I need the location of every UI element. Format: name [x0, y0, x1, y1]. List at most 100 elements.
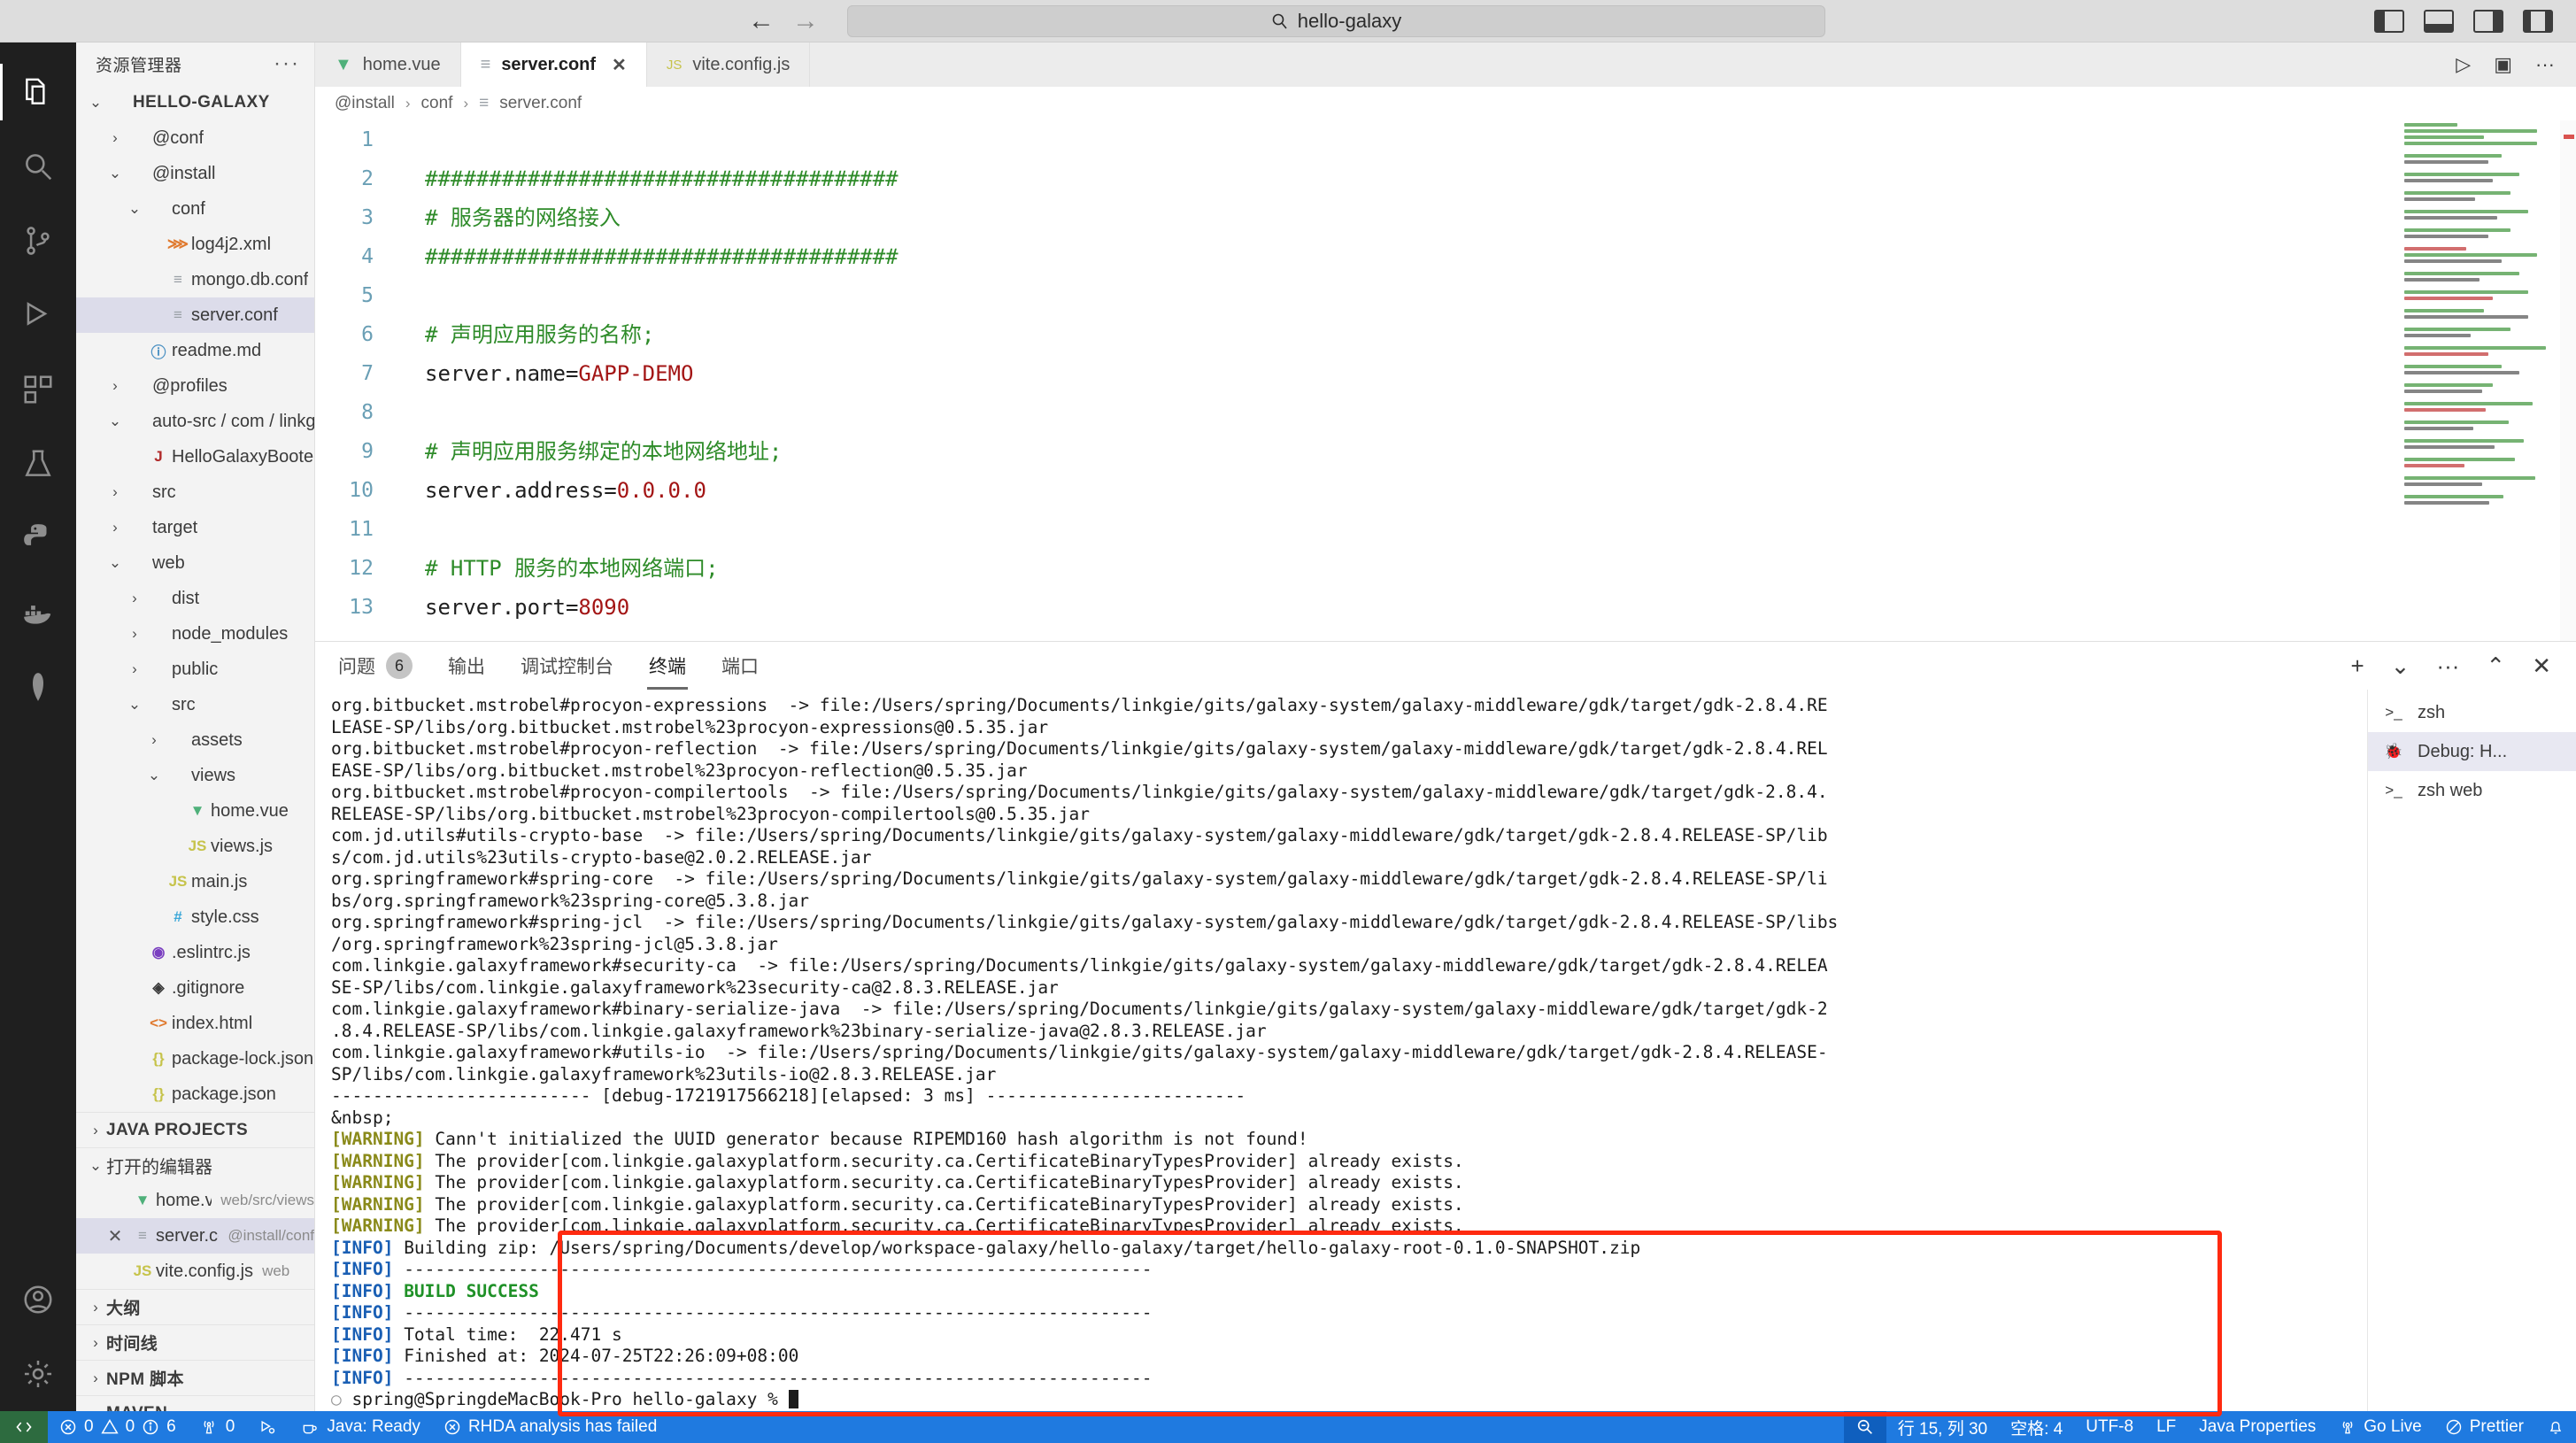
tree-item-node-modules[interactable]: › node_modules: [76, 616, 314, 652]
panel-tab-2[interactable]: 调试控制台: [519, 647, 615, 684]
chevron-right-icon[interactable]: ›: [143, 731, 165, 749]
breadcrumb-item[interactable]: conf: [421, 94, 453, 113]
code-line[interactable]: 6 # 声明应用服务的名称;: [315, 315, 2576, 354]
tree-item-src[interactable]: › src: [76, 475, 314, 510]
tree-item-hellogalaxybooter-java[interactable]: J HelloGalaxyBooter.java: [76, 439, 314, 475]
remote-indicator[interactable]: [0, 1411, 48, 1443]
tree-item-profiles[interactable]: › @profiles: [76, 368, 314, 404]
panel-tab-0[interactable]: 问题 6: [336, 647, 414, 684]
chevron-down-icon[interactable]: ⌄: [85, 1157, 106, 1175]
open-editor-home-vue[interactable]: ▼ home.vue web/src/views: [76, 1183, 314, 1218]
chevron-right-icon[interactable]: ›: [104, 483, 126, 501]
terminal-output[interactable]: org.bitbucket.mstrobel#procyon-expressio…: [315, 690, 2367, 1411]
tree-item-web[interactable]: ⌄ web: [76, 545, 314, 581]
terminal-list-item-1[interactable]: 🐞 Debug: H...: [2368, 732, 2576, 771]
terminal-list-item-0[interactable]: >_ zsh: [2368, 693, 2576, 732]
tree-item-conf[interactable]: › @conf: [76, 120, 314, 156]
tree-item-assets[interactable]: › assets: [76, 722, 314, 758]
code-line[interactable]: 2 #####################################: [315, 159, 2576, 198]
status-rhda[interactable]: RHDA analysis has failed: [432, 1411, 668, 1443]
close-icon[interactable]: ✕: [612, 54, 627, 76]
terminal-tabs-list[interactable]: >_ zsh 🐞 Debug: H... >_ zsh web: [2367, 690, 2576, 1411]
tree-item-log4j2-xml[interactable]: ⋙ log4j2.xml: [76, 227, 314, 262]
tree-item-home-vue[interactable]: ▼ home.vue: [76, 793, 314, 829]
arrow-left-icon[interactable]: ←: [748, 7, 775, 35]
maximize-panel-icon[interactable]: ⌃: [2486, 652, 2505, 680]
section-1[interactable]: › 时间线: [76, 1324, 314, 1360]
tree-item-views-js[interactable]: JS views.js: [76, 829, 314, 864]
tab-vite-config-js[interactable]: JS vite.config.js: [647, 42, 811, 87]
tree-item-target[interactable]: › target: [76, 510, 314, 545]
activity-extensions[interactable]: [0, 352, 76, 427]
tree-item-src[interactable]: ⌄ src: [76, 687, 314, 722]
panel-more-icon[interactable]: ···: [2436, 652, 2459, 680]
code-line[interactable]: 5: [315, 276, 2576, 315]
close-panel-icon[interactable]: ✕: [2532, 652, 2551, 680]
activity-source-control[interactable]: [0, 204, 76, 278]
chevron-right-icon[interactable]: ›: [104, 519, 126, 536]
code-content[interactable]: 1 2 ##################################### 3…: [315, 120, 2576, 627]
breadcrumb[interactable]: @install › conf › ≡ server.conf: [315, 87, 2576, 120]
activity-explorer[interactable]: [0, 55, 76, 129]
breadcrumb-item[interactable]: server.conf: [499, 94, 582, 113]
status-notifications[interactable]: [2535, 1411, 2576, 1443]
tree-item-mongo-db-conf[interactable]: ≡ mongo.db.conf: [76, 262, 314, 297]
open-editor-server-conf[interactable]: ✕ ≡ server.conf @install/conf: [76, 1218, 314, 1254]
activity-run-debug[interactable]: [0, 278, 76, 352]
tree-item-style-css[interactable]: # style.css: [76, 899, 314, 935]
status-indentation[interactable]: 空格: 4: [1999, 1411, 2074, 1443]
tree-item-hello-galaxy[interactable]: ⌄ HELLO-GALAXY: [76, 85, 314, 120]
activity-python[interactable]: [0, 501, 76, 575]
status-debug[interactable]: [246, 1411, 289, 1443]
split-editor-icon[interactable]: ▣: [2494, 53, 2512, 76]
chevron-right-icon[interactable]: ›: [124, 660, 145, 678]
tree-item-readme-md[interactable]: ⓘ readme.md: [76, 333, 314, 368]
tree-item-package-lock-json[interactable]: {} package-lock.json: [76, 1041, 314, 1076]
tab-home-vue[interactable]: ▼ home.vue: [315, 42, 461, 87]
chevron-right-icon[interactable]: ›: [85, 1334, 106, 1352]
run-icon[interactable]: ▷: [2456, 53, 2471, 76]
tree-item-eslintrc-js[interactable]: ◉ .eslintrc.js: [76, 935, 314, 970]
status-radio-tower[interactable]: 0: [188, 1411, 247, 1443]
terminal-dropdown-icon[interactable]: ⌄: [2391, 652, 2410, 680]
tree-item-dist[interactable]: › dist: [76, 581, 314, 616]
editor-toolbar[interactable]: ▷ ▣ ···: [2434, 42, 2576, 87]
code-line[interactable]: 11: [315, 510, 2576, 549]
status-zoom[interactable]: [1843, 1411, 1886, 1443]
chevron-right-icon[interactable]: ›: [85, 1299, 106, 1316]
code-line[interactable]: 4 #####################################: [315, 237, 2576, 276]
new-terminal-icon[interactable]: +: [2350, 652, 2364, 680]
chevron-down-icon[interactable]: ⌄: [85, 94, 106, 112]
section-java-projects[interactable]: › JAVA PROJECTS: [76, 1112, 314, 1147]
chevron-right-icon[interactable]: ›: [85, 1405, 106, 1412]
chevron-down-icon[interactable]: ⌄: [104, 413, 126, 430]
tree-item-public[interactable]: › public: [76, 652, 314, 687]
breadcrumb-item[interactable]: @install: [335, 94, 395, 113]
code-line[interactable]: 8: [315, 393, 2576, 432]
chevron-down-icon[interactable]: ⌄: [104, 165, 126, 182]
editor-surface[interactable]: 1 2 ##################################### 3…: [315, 120, 2576, 641]
command-center-search[interactable]: hello-galaxy: [847, 4, 1825, 37]
activity-database[interactable]: [0, 650, 76, 724]
tab-server-conf[interactable]: ≡ server.conf ✕: [460, 42, 647, 87]
activity-account[interactable]: [0, 1262, 76, 1337]
chevron-right-icon[interactable]: ›: [104, 129, 126, 147]
close-icon[interactable]: ✕: [101, 1225, 129, 1247]
file-tree[interactable]: ⌄ HELLO-GALAXY › @conf ⌄ @install ⌄ conf ⋙ log4j2…: [76, 85, 314, 1411]
terminal-list-item-2[interactable]: >_ zsh web: [2368, 771, 2576, 810]
status-prettier[interactable]: Prettier: [2433, 1411, 2535, 1443]
chevron-right-icon[interactable]: ›: [85, 1122, 106, 1139]
chevron-down-icon[interactable]: ⌄: [104, 554, 126, 572]
customize-layout-icon[interactable]: [2523, 9, 2553, 33]
section-0[interactable]: › 大纲: [76, 1289, 314, 1324]
sidebar-more-icon[interactable]: ···: [274, 51, 300, 76]
status-go-live[interactable]: Go Live: [2327, 1411, 2433, 1443]
code-line[interactable]: 12 # HTTP 服务的本地网络端口;: [315, 549, 2576, 588]
status-java-ready[interactable]: Java: Ready: [289, 1411, 432, 1443]
status-language-mode[interactable]: Java Properties: [2187, 1411, 2327, 1443]
panel-actions[interactable]: + ⌄ ··· ⌃ ✕: [2350, 652, 2576, 680]
code-line[interactable]: 1: [315, 120, 2576, 159]
section-open-editors[interactable]: ⌄ 打开的编辑器: [76, 1147, 314, 1183]
code-line[interactable]: 3 # 服务器的网络接入: [315, 198, 2576, 237]
panel-tab-1[interactable]: 输出: [446, 647, 487, 684]
